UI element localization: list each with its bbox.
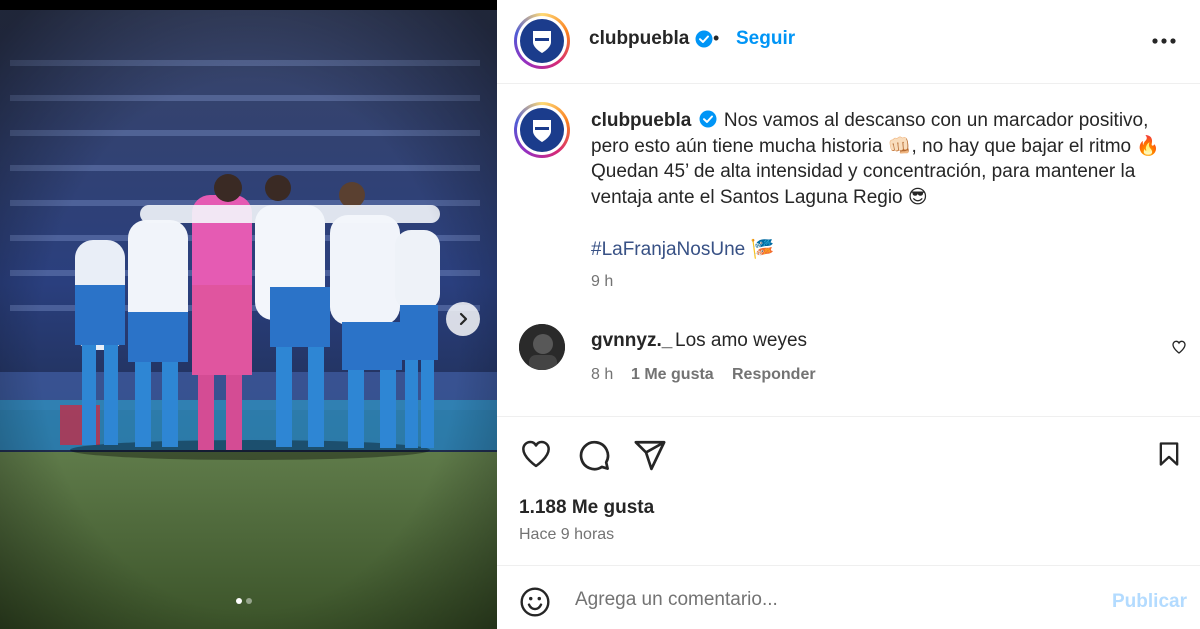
post-caption: clubpuebla Nos vamos al descanso con un … [591, 108, 1181, 210]
comment-input[interactable] [575, 589, 1095, 611]
post-panel: clubpuebla • Seguir clubpuebla Nos vamos… [497, 0, 1200, 629]
post-date: Hace 9 horas [519, 526, 615, 543]
comment-likes[interactable]: 1 Me gusta [631, 366, 714, 384]
save-icon[interactable] [1155, 438, 1183, 470]
hashtag-link[interactable]: #LaFranjaNosUne 🎏 [591, 237, 774, 261]
more-options-icon[interactable] [1152, 38, 1176, 44]
club-logo-icon [533, 31, 551, 53]
header-username[interactable]: clubpuebla [589, 28, 713, 50]
commenter-avatar[interactable] [519, 324, 565, 370]
composer-divider [497, 565, 1200, 566]
club-logo-icon [533, 120, 551, 142]
caption-username[interactable]: clubpuebla [591, 110, 691, 131]
comment-like-icon[interactable] [1171, 339, 1187, 355]
header-username-text: clubpuebla [589, 28, 690, 49]
next-slide-button[interactable] [446, 302, 480, 336]
carousel-dot [246, 598, 252, 604]
commenter-photo [519, 324, 565, 370]
likes-count[interactable]: 1.188 Me gusta [519, 497, 654, 519]
comment-username[interactable]: gvnnyz._ [591, 330, 672, 352]
comment-time: 8 h [591, 366, 614, 383]
header-divider [497, 83, 1200, 84]
publish-button[interactable]: Publicar [1112, 591, 1187, 613]
caption-avatar[interactable] [514, 102, 570, 158]
carousel-dot-active [236, 598, 242, 604]
post-media[interactable] [0, 0, 497, 629]
post-photo [0, 0, 497, 629]
actions-divider [497, 416, 1200, 417]
comment-text: Los amo weyes [675, 330, 808, 351]
media-top-bar [0, 0, 497, 10]
share-icon[interactable] [633, 438, 667, 472]
emoji-icon[interactable] [519, 586, 551, 618]
reply-button[interactable]: Responder [732, 366, 816, 384]
comment-icon[interactable] [577, 438, 611, 472]
header-separator: • [713, 28, 720, 48]
follow-button[interactable]: Seguir [736, 28, 795, 50]
carousel-indicator [236, 598, 252, 604]
heart-icon[interactable] [519, 438, 553, 470]
chevron-right-icon [459, 312, 468, 326]
profile-avatar[interactable] [514, 13, 570, 69]
post-time: 9 h [591, 273, 614, 290]
verified-badge-icon [695, 30, 713, 48]
verified-badge-icon [699, 110, 717, 128]
